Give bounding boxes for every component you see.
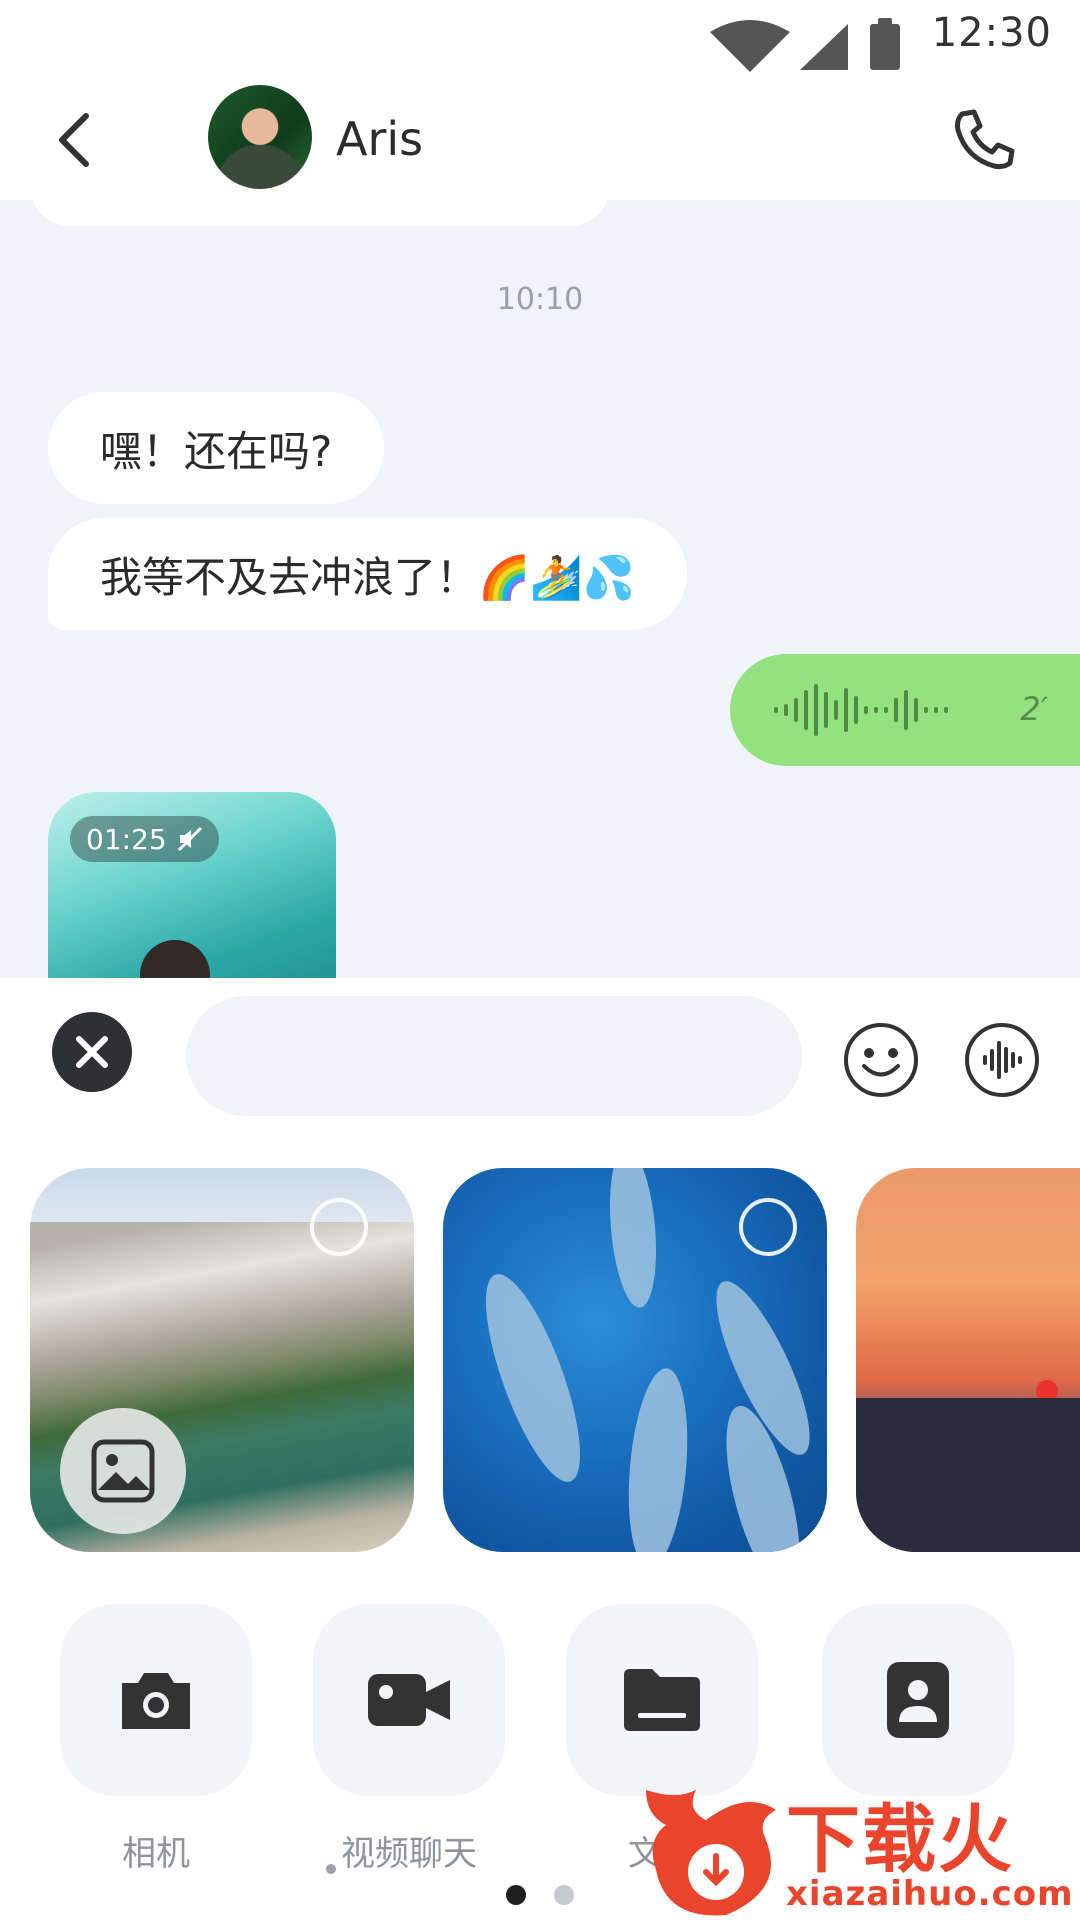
close-icon xyxy=(76,1036,108,1068)
waveform-icon xyxy=(965,1023,1039,1097)
back-button[interactable] xyxy=(46,110,106,170)
smiley-icon xyxy=(844,1023,918,1097)
phone-icon xyxy=(955,109,1015,170)
open-gallery-button[interactable] xyxy=(60,1408,186,1534)
gallery-photo-dolphins[interactable] xyxy=(443,1168,827,1552)
watermark-url: xiazaihuo.com xyxy=(786,1874,1074,1914)
chat-area[interactable]: 10:10 嘿！还在吗? 我等不及去冲浪了！🌈🏄💦 2′ 01:25 xyxy=(0,200,1080,978)
incoming-message[interactable]: 我等不及去冲浪了！🌈🏄💦 xyxy=(48,518,687,630)
call-button[interactable] xyxy=(948,104,1020,176)
video-camera-icon xyxy=(368,1674,450,1726)
cellular-signal-icon xyxy=(800,24,848,70)
video-duration-badge: 01:25 xyxy=(70,816,219,862)
video-chat-action-label: 视频聊天 xyxy=(341,1834,477,1874)
contact-card-icon xyxy=(887,1662,949,1738)
camera-action-button[interactable] xyxy=(60,1604,252,1796)
pager-dot-active[interactable] xyxy=(506,1885,526,1905)
emoji-button[interactable] xyxy=(842,1021,920,1099)
previous-message-bubble xyxy=(30,200,610,226)
watermark: 下载火 xiazaihuo.com xyxy=(636,1780,1080,1920)
chevron-left-icon xyxy=(59,113,89,167)
contact-action-button[interactable] xyxy=(822,1604,1014,1796)
close-attachments-button[interactable] xyxy=(52,1012,132,1092)
voice-waveform-icon xyxy=(774,684,948,736)
photo-select-circle[interactable] xyxy=(310,1198,368,1256)
folder-icon xyxy=(624,1669,700,1731)
skyline-shape xyxy=(856,1398,1080,1552)
avatar[interactable] xyxy=(208,85,312,189)
wifi-icon xyxy=(710,20,790,72)
camera-action-label: 相机 xyxy=(122,1834,190,1874)
muted-speaker-icon xyxy=(177,826,202,852)
voice-message-bubble[interactable]: 2′ xyxy=(730,654,1080,766)
photo-select-circle[interactable] xyxy=(739,1198,797,1256)
small-dot xyxy=(326,1864,336,1874)
voice-record-button[interactable] xyxy=(963,1021,1041,1099)
incoming-message[interactable]: 嘿！还在吗? xyxy=(48,392,385,504)
video-message-thumbnail[interactable]: 01:25 xyxy=(48,792,336,978)
chat-header xyxy=(0,80,1080,201)
surfer-figure xyxy=(140,940,210,978)
video-duration: 01:25 xyxy=(86,822,167,856)
status-time: 12:30 xyxy=(931,10,1052,56)
image-icon xyxy=(91,1439,155,1503)
gallery-photo-sunset-city[interactable] xyxy=(856,1168,1080,1552)
contact-name: Aris xyxy=(336,112,424,166)
message-text: 嘿！还在吗? xyxy=(100,426,333,476)
message-input[interactable] xyxy=(186,996,802,1116)
camera-icon xyxy=(122,1673,190,1729)
file-action-button[interactable] xyxy=(566,1604,758,1796)
status-icons xyxy=(710,14,910,78)
voice-duration: 2′ xyxy=(1020,690,1048,728)
battery-icon xyxy=(870,24,900,70)
message-timestamp: 10:10 xyxy=(496,282,584,317)
video-chat-action-button[interactable] xyxy=(313,1604,505,1796)
message-text: 我等不及去冲浪了！🌈🏄💦 xyxy=(100,552,635,602)
watermark-title: 下载火 xyxy=(786,1797,1014,1883)
pager-dot-inactive[interactable] xyxy=(554,1885,574,1905)
flame-logo-icon xyxy=(646,1790,776,1916)
